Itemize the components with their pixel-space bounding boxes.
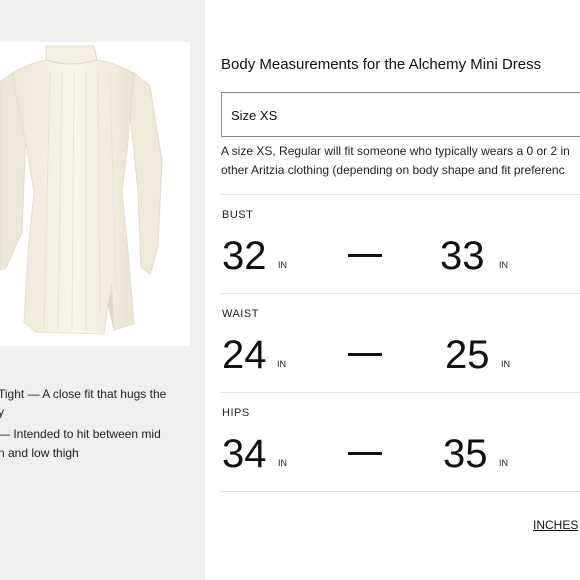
waist-max-unit: IN	[501, 359, 510, 369]
measurement-label-bust: BUST	[222, 209, 254, 221]
divider	[221, 194, 580, 195]
measurement-label-hips: HIPS	[222, 407, 250, 419]
divider	[221, 392, 580, 393]
bust-max-value: 33	[440, 234, 485, 278]
hips-max-unit: IN	[499, 458, 508, 468]
divider	[221, 293, 580, 294]
measurements-modal: Body Measurements for the Alchemy Mini D…	[205, 0, 580, 580]
divider	[221, 491, 580, 492]
fit-detail-line: — Intended to hit between mid	[0, 427, 161, 441]
range-dash	[348, 452, 382, 455]
dress-illustration	[0, 45, 163, 335]
size-select[interactable]: Size XS	[221, 92, 580, 137]
product-image	[0, 42, 190, 346]
measurement-label-waist: WAIST	[222, 308, 259, 320]
waist-min-unit: IN	[277, 359, 286, 369]
hips-max-value: 35	[443, 432, 488, 476]
hips-min-value: 34	[222, 432, 267, 476]
fit-detail-line: n and low thigh	[0, 446, 79, 460]
bust-min-value: 32	[222, 234, 267, 278]
waist-min-value: 24	[222, 333, 267, 377]
inches-toggle-link[interactable]: INCHES	[533, 518, 578, 532]
size-select-value: Size XS	[231, 108, 278, 123]
bust-min-unit: IN	[278, 260, 287, 270]
modal-title: Body Measurements for the Alchemy Mini D…	[221, 56, 542, 73]
waist-max-value: 25	[445, 333, 490, 377]
hips-min-unit: IN	[278, 458, 287, 468]
fit-detail-line: y	[0, 405, 4, 419]
bust-max-unit: IN	[499, 260, 508, 270]
range-dash	[348, 254, 382, 257]
product-panel: t Tight — A close fit that hugs the y — …	[0, 0, 205, 580]
fit-description-line: other Aritzia clothing (depending on bod…	[221, 163, 565, 177]
fit-detail-line: Tight — A close fit that hugs the	[0, 387, 167, 401]
fit-description-line: A size XS, Regular will fit someone who …	[221, 144, 570, 158]
range-dash	[348, 353, 382, 356]
